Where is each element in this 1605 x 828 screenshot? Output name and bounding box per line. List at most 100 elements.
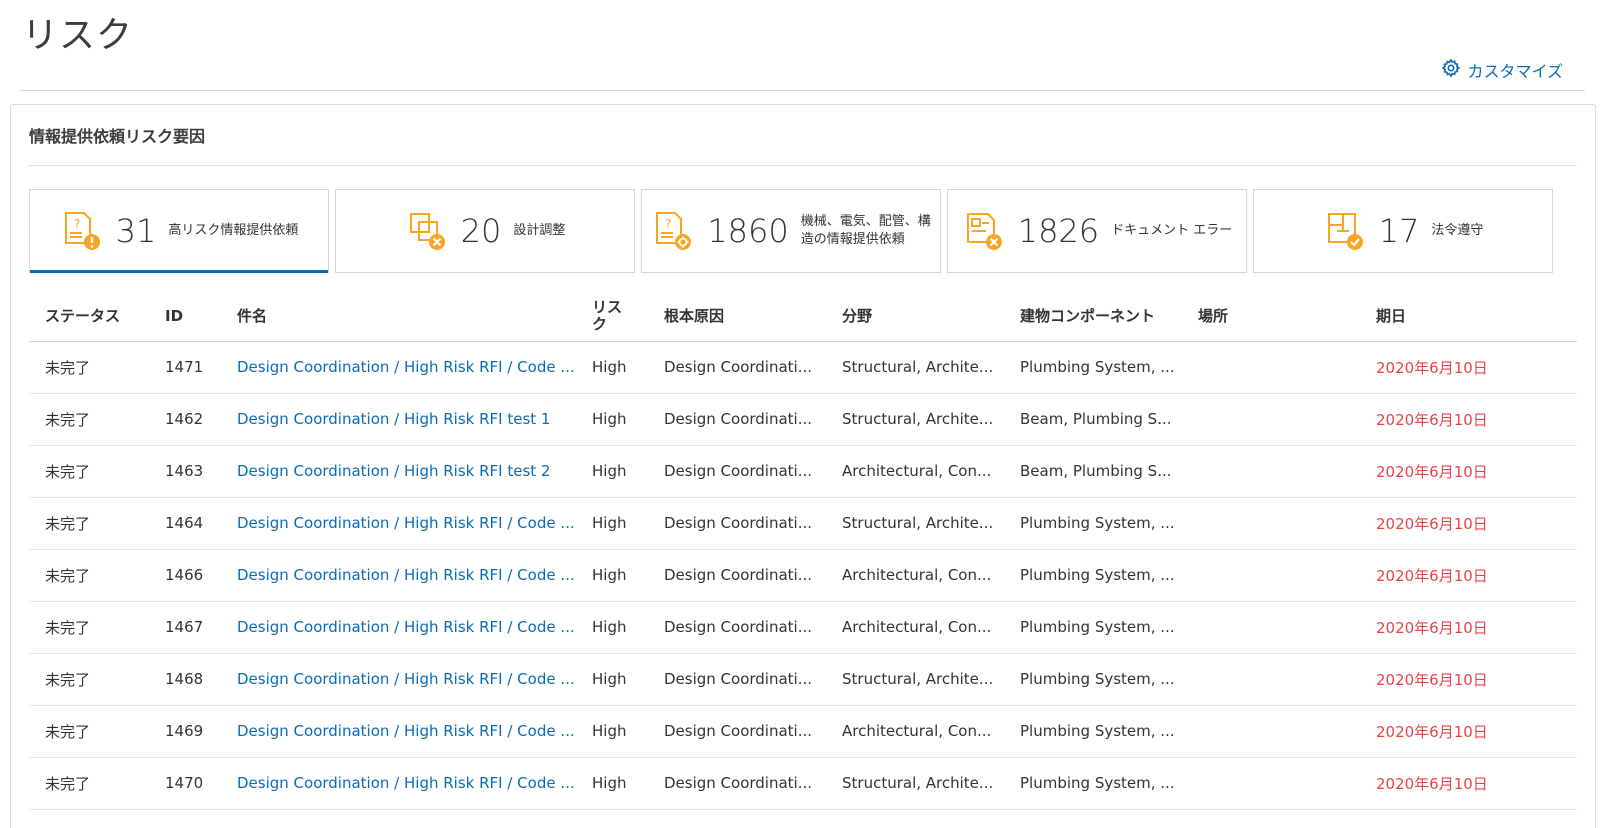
risk-cell: High [576, 757, 648, 810]
discipline-cell: Structural, Archite... [826, 393, 1004, 446]
building-component-cell: Beam, Plumbing S... [1004, 445, 1182, 498]
subject-link[interactable]: Design Coordination / High Risk RFI / Co… [221, 549, 576, 602]
svg-text:?: ? [74, 217, 80, 231]
customize-button[interactable]: カスタマイズ [1441, 58, 1563, 82]
building-component-cell: Plumbing System, ... [1004, 601, 1182, 654]
root-cause-cell: Design Coordinati... [648, 705, 826, 758]
due-date-cell: 2020年6月10日 [1360, 549, 1577, 602]
subject-link[interactable]: Design Coordination / High Risk RFI / Co… [221, 705, 576, 758]
building-component-cell: Plumbing System, ... [1004, 549, 1182, 602]
due-date-cell: 2020年6月10日 [1360, 601, 1577, 654]
tile-document-error[interactable]: 1826 ドキュメント エラー [947, 189, 1247, 273]
subject-link[interactable]: Design Coordination / High Risk RFI / Co… [221, 653, 576, 706]
svg-text:?: ? [665, 217, 671, 231]
location-cell [1182, 497, 1360, 550]
column-header-subject[interactable]: 件名 [221, 291, 576, 342]
document-error-icon [962, 209, 1006, 253]
building-component-cell: Beam, Plumbing S... [1004, 393, 1182, 446]
id-cell: 1464 [149, 497, 221, 550]
discipline-cell: Architectural, Con... [826, 601, 1004, 654]
location-cell [1182, 393, 1360, 446]
tile-mep-rfi[interactable]: ? 1860 機械、電気、配管、構造の情報提供依頼 [641, 189, 941, 273]
risk-cell: High [576, 549, 648, 602]
column-header-id[interactable]: ID [149, 291, 221, 342]
table-row[interactable]: 未完了 1466 Design Coordination / High Risk R… [29, 549, 1577, 602]
table-row[interactable]: 未完了 1462 Design Coordination / High Risk R… [29, 393, 1577, 446]
risk-cell: High [576, 497, 648, 550]
discipline-cell: Structural, Archite... [826, 341, 1004, 394]
table-row[interactable]: 未完了 1463 Design Coordination / High Risk R… [29, 445, 1577, 498]
table-row[interactable]: 未完了 1470 Design Coordination / High Risk R… [29, 757, 1577, 810]
root-cause-cell: Design Coordinati... [648, 601, 826, 654]
tile-code-compliance[interactable]: 17 法令遵守 [1253, 189, 1553, 273]
discipline-cell: Structural, Archite... [826, 653, 1004, 706]
subject-link[interactable]: Design Coordination / High Risk RFI / Co… [221, 341, 576, 394]
subject-link[interactable]: Design Coordination / High Risk RFI / Co… [221, 601, 576, 654]
location-cell [1182, 341, 1360, 394]
building-component-cell: Plumbing System, ... [1004, 653, 1182, 706]
building-component-cell: Plumbing System, ... [1004, 341, 1182, 394]
table-row[interactable]: 未完了 1464 Design Coordination / High Risk R… [29, 497, 1577, 550]
page-title: リスク [22, 15, 134, 56]
column-header-discipline[interactable]: 分野 [826, 291, 1004, 342]
table-row[interactable]: 未完了 1467 Design Coordination / High Risk R… [29, 601, 1577, 654]
tile-label: 法令遵守 [1431, 223, 1484, 239]
due-date-cell: 2020年6月10日 [1360, 341, 1577, 394]
risk-tiles: ? 31 高リスク情報提供依頼 20 設計調整 ? 1860 機械、電気、配管、… [29, 189, 1553, 273]
root-cause-cell: Design Coordinati... [648, 445, 826, 498]
root-cause-cell: Design Coordinati... [648, 497, 826, 550]
customize-label: カスタマイズ [1467, 62, 1563, 81]
root-cause-cell: Design Coordinati... [648, 549, 826, 602]
column-header-risk-label: リスク [592, 297, 623, 333]
subject-link[interactable]: Design Coordination / High Risk RFI test… [221, 445, 576, 498]
location-cell [1182, 445, 1360, 498]
column-header-due-date[interactable]: 期日 [1360, 291, 1577, 342]
tile-label: 高リスク情報提供依頼 [168, 223, 299, 239]
column-header-location[interactable]: 場所 [1182, 291, 1360, 342]
building-component-cell: Plumbing System, ... [1004, 497, 1182, 550]
tile-high-risk-rfi[interactable]: ? 31 高リスク情報提供依頼 [29, 189, 329, 273]
rfi-risk-card: 情報提供依頼リスク要因 ? 31 高リスク情報提供依頼 20 設計調整 ? 18… [10, 104, 1596, 828]
table-row[interactable]: 未完了 1468 Design Coordination / High Risk R… [29, 653, 1577, 706]
discipline-cell: Architectural, Con... [826, 445, 1004, 498]
root-cause-cell: Design Coordinati... [648, 341, 826, 394]
due-date-cell: 2020年6月10日 [1360, 497, 1577, 550]
table-row[interactable]: 未完了 1469 Design Coordination / High Risk R… [29, 705, 1577, 758]
discipline-cell: Architectural, Con... [826, 705, 1004, 758]
status-cell: 未完了 [29, 341, 149, 394]
root-cause-cell: Design Coordinati... [648, 757, 826, 810]
column-header-risk[interactable]: リスク [576, 291, 648, 342]
due-date-cell: 2020年6月10日 [1360, 393, 1577, 446]
root-cause-cell: Design Coordinati... [648, 653, 826, 706]
status-cell: 未完了 [29, 705, 149, 758]
status-cell: 未完了 [29, 393, 149, 446]
subject-link[interactable]: Design Coordination / High Risk RFI / Co… [221, 497, 576, 550]
id-cell: 1463 [149, 445, 221, 498]
tile-count: 1860 [707, 212, 789, 250]
risk-table: ステータス ID 件名 リスク 根本原因 分野 建物コンポーネント 場所 期日 … [29, 291, 1577, 810]
status-cell: 未完了 [29, 653, 149, 706]
subject-link[interactable]: Design Coordination / High Risk RFI test… [221, 393, 576, 446]
risk-cell: High [576, 393, 648, 446]
discipline-cell: Architectural, Con... [826, 549, 1004, 602]
id-cell: 1469 [149, 705, 221, 758]
building-component-cell: Plumbing System, ... [1004, 757, 1182, 810]
gear-icon [1441, 58, 1461, 82]
due-date-cell: 2020年6月10日 [1360, 705, 1577, 758]
column-header-status[interactable]: ステータス [29, 291, 149, 342]
subject-link[interactable]: Design Coordination / High Risk RFI / Co… [221, 757, 576, 810]
column-header-root-cause[interactable]: 根本原因 [648, 291, 826, 342]
location-cell [1182, 757, 1360, 810]
table-header-row: ステータス ID 件名 リスク 根本原因 分野 建物コンポーネント 場所 期日 [29, 291, 1577, 342]
status-cell: 未完了 [29, 549, 149, 602]
table-row[interactable]: 未完了 1471 Design Coordination / High Risk R… [29, 341, 1577, 394]
due-date-cell: 2020年6月10日 [1360, 757, 1577, 810]
tile-count: 31 [115, 212, 157, 250]
risk-cell: High [576, 653, 648, 706]
card-divider [29, 165, 1577, 166]
header-divider [20, 90, 1585, 91]
column-header-building-component[interactable]: 建物コンポーネント [1004, 291, 1182, 342]
tile-design-coordination[interactable]: 20 設計調整 [335, 189, 635, 273]
id-cell: 1468 [149, 653, 221, 706]
status-cell: 未完了 [29, 445, 149, 498]
